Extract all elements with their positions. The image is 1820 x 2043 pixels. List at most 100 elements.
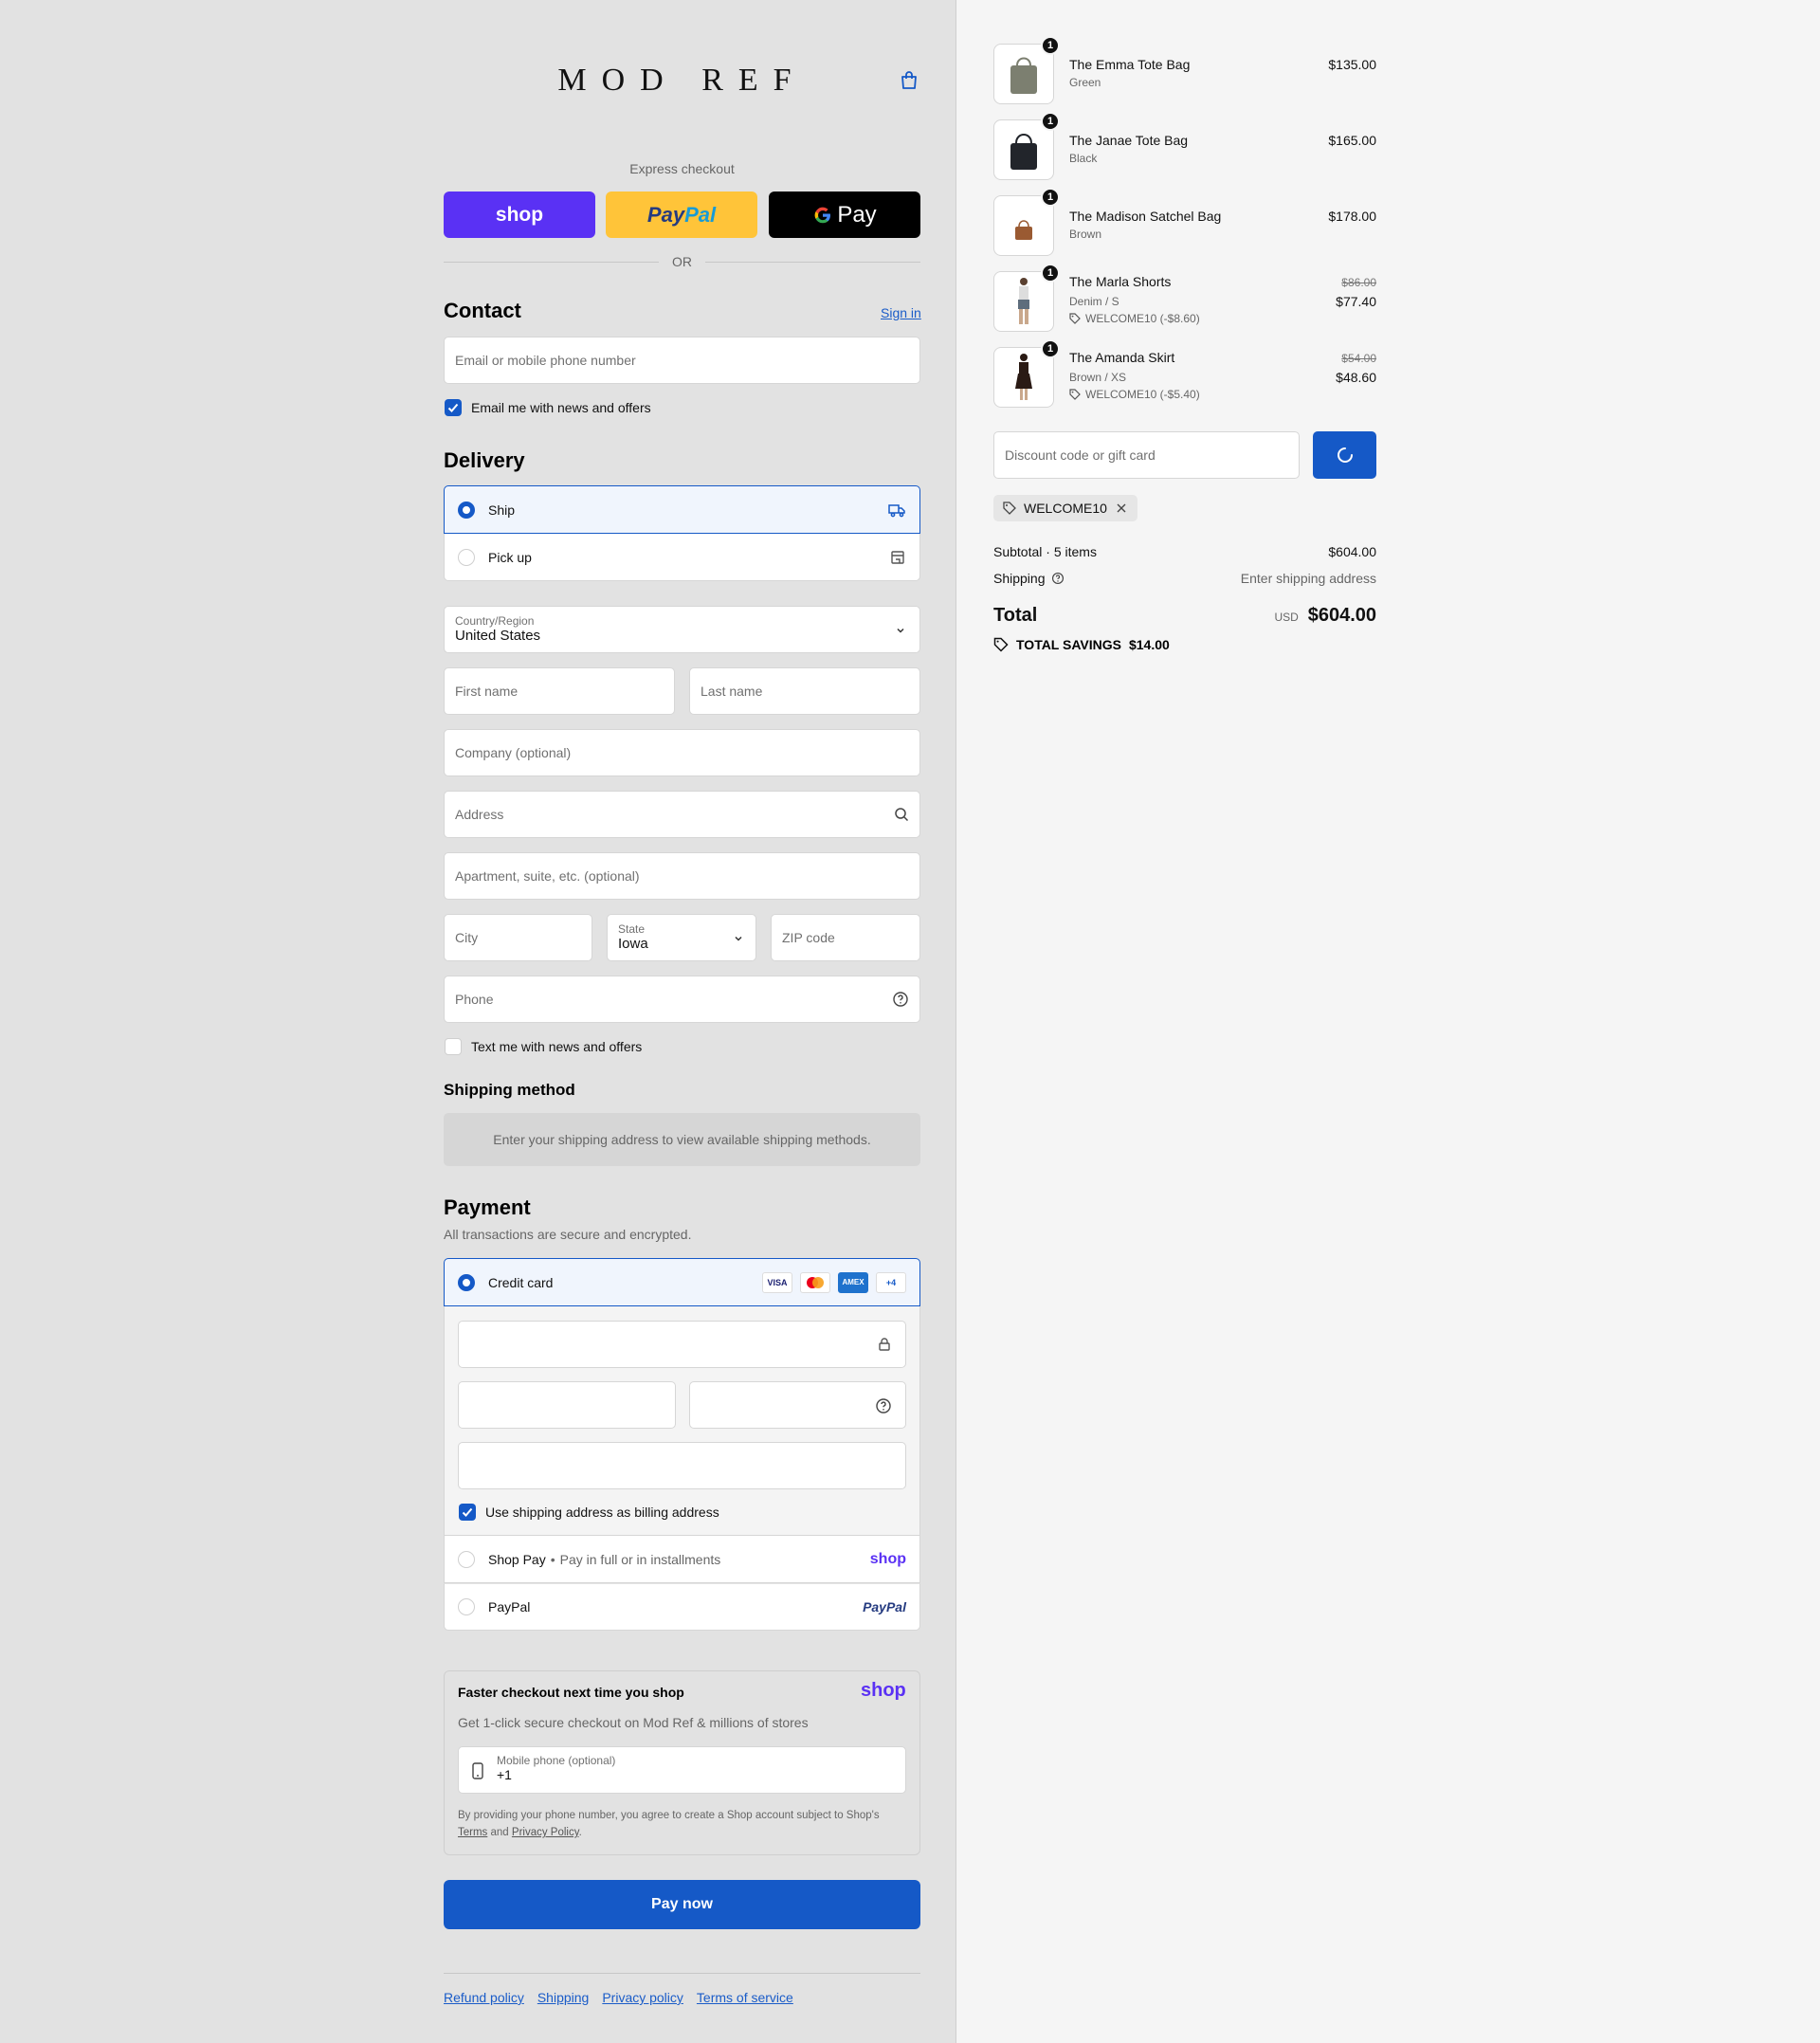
shipping-policy-link[interactable]: Shipping [537, 1990, 590, 2005]
shop-terms-link[interactable]: Terms [458, 1827, 487, 1838]
city-placeholder: City [455, 930, 479, 945]
email-news-label[interactable]: Email me with news and offers [471, 400, 651, 415]
pay-now-button[interactable]: Pay now [444, 1880, 920, 1929]
text-news-label[interactable]: Text me with news and offers [471, 1039, 642, 1054]
card-badges: VISA AMEX +4 [762, 1271, 906, 1293]
loading-spinner-icon [1337, 447, 1353, 463]
store-logo[interactable]: MOD REF [444, 63, 920, 99]
paypal-button[interactable]: PayPal [606, 192, 757, 238]
pickup-radio[interactable] [458, 548, 475, 566]
company-field[interactable]: Company (optional) [444, 729, 920, 776]
discount-tag-icon [1069, 313, 1081, 324]
shop-pay-logo: shop [869, 1550, 906, 1567]
country-value: United States [455, 628, 541, 644]
amex-icon: AMEX [838, 1271, 868, 1293]
total-amount: USD $604.00 [1274, 605, 1376, 627]
paypal-radio[interactable] [458, 1598, 475, 1615]
privacy-policy-link[interactable]: Privacy policy [602, 1990, 683, 2005]
item-name: The Amanda Skirt [1069, 350, 1175, 365]
shopping-bag-icon[interactable] [899, 70, 919, 91]
address-placeholder: Address [455, 807, 504, 822]
refund-policy-link[interactable]: Refund policy [444, 1990, 524, 2005]
text-news-checkbox[interactable] [445, 1038, 462, 1055]
item-price: $135.00 [1328, 57, 1376, 72]
shorts-model-image [1018, 278, 1029, 324]
discount-code-field[interactable]: Discount code or gift card [993, 431, 1300, 479]
shop-pay-label: Shop Pay [488, 1551, 546, 1567]
expiry-field[interactable] [458, 1381, 676, 1429]
footer-links: Refund policy Shipping Privacy policy Te… [444, 1990, 793, 2005]
lock-icon [879, 1338, 890, 1351]
apartment-field[interactable]: Apartment, suite, etc. (optional) [444, 852, 920, 900]
billing-address-label[interactable]: Use shipping address as billing address [485, 1505, 719, 1520]
help-icon[interactable] [1051, 572, 1065, 585]
address-field[interactable]: Address [444, 791, 920, 838]
footer-divider [444, 1973, 920, 1974]
payment-heading: Payment [444, 1195, 531, 1219]
shop-pay-radio[interactable] [458, 1550, 475, 1568]
mobile-phone-label: Mobile phone (optional) [497, 1754, 616, 1767]
google-pay-button[interactable]: Pay [769, 192, 920, 238]
state-select[interactable]: State Iowa [607, 914, 756, 961]
divider-line [705, 261, 920, 263]
item-variant: Green [1069, 76, 1101, 89]
more-cards-label: +4 [885, 1277, 897, 1287]
email-news-checkbox[interactable] [445, 399, 462, 416]
name-on-card-field[interactable] [458, 1442, 906, 1489]
shop-privacy-link[interactable]: Privacy Policy [512, 1827, 579, 1838]
payment-option-credit-card[interactable]: Credit card VISA AMEX +4 [444, 1258, 920, 1306]
ship-radio[interactable] [458, 501, 475, 519]
shop-promo-logo: shop [861, 1680, 906, 1701]
quantity-badge: 1 [1041, 112, 1060, 131]
email-field[interactable]: Email or mobile phone number [444, 337, 920, 384]
first-name-field[interactable]: First name [444, 667, 675, 715]
last-name-field[interactable]: Last name [689, 667, 920, 715]
phone-field[interactable]: Phone [444, 976, 920, 1023]
quantity-badge: 1 [1041, 188, 1060, 207]
item-discount: WELCOME10 (-$5.40) [1069, 388, 1200, 401]
item-original-price: $86.00 [1341, 276, 1376, 289]
credit-card-radio[interactable] [458, 1273, 475, 1291]
help-icon[interactable] [892, 991, 909, 1008]
sign-in-link[interactable]: Sign in [881, 305, 921, 320]
discount-label: WELCOME10 (-$8.60) [1085, 312, 1200, 325]
visa-label: VISA [767, 1277, 788, 1287]
city-field[interactable]: City [444, 914, 592, 961]
security-code-field[interactable] [689, 1381, 906, 1429]
delivery-option-pickup[interactable]: Pick up [444, 534, 920, 581]
mobile-phone-field[interactable]: Mobile phone (optional) +1 [458, 1746, 906, 1794]
paypal-logo: PayPal [647, 203, 716, 228]
visa-icon: VISA [762, 1271, 792, 1293]
phone-placeholder: Phone [455, 992, 494, 1007]
help-icon[interactable] [875, 1397, 892, 1414]
zip-field[interactable]: ZIP code [771, 914, 920, 961]
cart-item: 1 The Madison Satchel Bag Brown $178.00 [993, 188, 1376, 256]
payment-option-paypal[interactable]: PayPal PayPal [444, 1583, 920, 1631]
delivery-heading: Delivery [444, 448, 525, 472]
discount-code-placeholder: Discount code or gift card [1005, 447, 1156, 463]
subtotal-row: Subtotal · 5 items $604.00 [993, 544, 1376, 559]
item-variant: Black [1069, 152, 1098, 165]
contact-heading: Contact [444, 299, 521, 322]
mastercard-circles [807, 1276, 824, 1288]
first-name-placeholder: First name [455, 684, 519, 699]
cart-item: 1 The Marla Shorts Denim / S WELCOME10 (… [993, 264, 1376, 332]
payment-option-shop-pay[interactable]: Shop Pay • Pay in full or in installment… [444, 1536, 920, 1583]
pickup-label: Pick up [488, 549, 532, 565]
tote-bag-image [1010, 57, 1037, 94]
terms-of-service-link[interactable]: Terms of service [697, 1990, 793, 2005]
apply-discount-button[interactable] [1313, 431, 1376, 479]
delivery-option-ship[interactable]: Ship [444, 485, 920, 534]
shop-legal-prefix: By providing your phone number, you agre… [458, 1810, 880, 1821]
cart-item: 1 The Emma Tote Bag Green $135.00 [993, 36, 1376, 104]
quantity-badge: 1 [1041, 264, 1060, 283]
shipping-label-group: Shipping [993, 571, 1065, 586]
ship-label: Ship [488, 502, 516, 518]
card-number-field[interactable] [458, 1321, 906, 1368]
billing-address-checkbox[interactable] [459, 1504, 476, 1521]
savings-tag-icon [993, 637, 1009, 652]
applied-discount-code: WELCOME10 [1024, 501, 1107, 516]
close-icon[interactable] [1115, 502, 1128, 515]
shop-pay-button[interactable]: shop [444, 192, 595, 238]
country-select[interactable]: Country/Region United States [444, 606, 920, 653]
